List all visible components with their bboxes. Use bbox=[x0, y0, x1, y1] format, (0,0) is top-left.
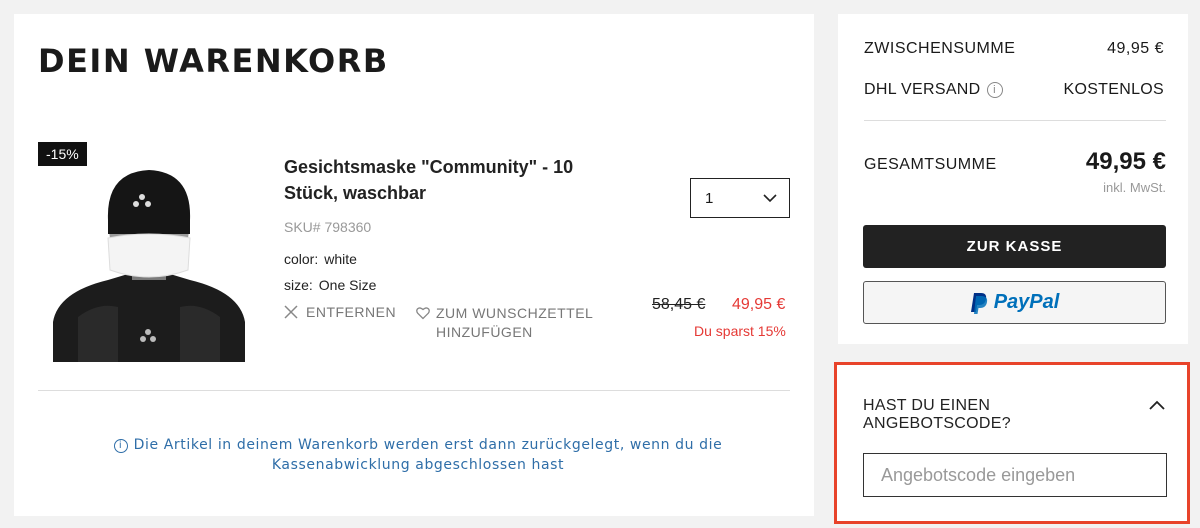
product-sku: SKU# 798360 bbox=[284, 219, 372, 235]
subtotal-value: 49,95 € bbox=[1107, 40, 1164, 57]
summary-divider bbox=[864, 120, 1166, 121]
remove-label: ENTFERNEN bbox=[306, 304, 397, 320]
total-value: 49,95 € bbox=[1085, 148, 1166, 175]
promo-title: HAST DU EINEN ANGEBOTSCODE? bbox=[863, 397, 1011, 432]
shipping-label: DHL VERSAND bbox=[864, 81, 981, 98]
wishlist-label: ZUM WUNSCHZETTEL HINZUFÜGEN bbox=[436, 305, 593, 340]
cart-panel: DEIN WARENKORB -15% Gesichtsmaske "Commu… bbox=[14, 14, 814, 516]
add-to-wishlist-button[interactable]: ZUM WUNSCHZETTEL HINZUFÜGEN bbox=[416, 304, 596, 342]
product-color: color: white bbox=[284, 251, 357, 267]
page-title: DEIN WARENKORB bbox=[38, 42, 389, 80]
shipping-label-group: DHL VERSAND i bbox=[864, 81, 1003, 99]
paypal-logo-icon bbox=[970, 292, 987, 314]
product-size: size: One Size bbox=[284, 277, 376, 293]
size-label: size: bbox=[284, 277, 313, 293]
chevron-up-icon[interactable] bbox=[1145, 393, 1169, 417]
checkout-button[interactable]: ZUR KASSE bbox=[863, 225, 1166, 268]
info-icon[interactable]: i bbox=[986, 82, 1003, 98]
sale-price: 49,95 € bbox=[732, 296, 786, 313]
promo-code-input[interactable] bbox=[863, 453, 1167, 497]
paypal-button[interactable]: PayPal bbox=[863, 281, 1166, 324]
total-label: GESAMTSUMME bbox=[864, 156, 997, 173]
discount-badge: -15% bbox=[38, 142, 87, 166]
order-summary-panel: ZWISCHENSUMME 49,95 € DHL VERSAND i KOST… bbox=[838, 14, 1188, 344]
product-name[interactable]: Gesichtsmaske "Community" - 10 Stück, wa… bbox=[284, 154, 604, 206]
product-image[interactable] bbox=[38, 142, 260, 362]
heart-icon bbox=[416, 307, 430, 320]
quantity-select[interactable]: 1 bbox=[690, 178, 790, 218]
size-value: One Size bbox=[318, 277, 377, 293]
chevron-down-icon bbox=[763, 193, 777, 202]
vat-note: inkl. MwSt. bbox=[1103, 180, 1166, 195]
remove-item-button[interactable]: ENTFERNEN bbox=[284, 304, 396, 320]
close-icon bbox=[284, 305, 298, 319]
info-note-text: Die Artikel in deinem Warenkorb werden e… bbox=[133, 437, 723, 473]
shipping-value: KOSTENLOS bbox=[1063, 81, 1164, 98]
shipping-row: DHL VERSAND i KOSTENLOS bbox=[864, 81, 1164, 99]
savings-text: Du sparst 15% bbox=[694, 323, 786, 339]
paypal-label: PayPal bbox=[993, 291, 1060, 313]
promo-code-panel: HAST DU EINEN ANGEBOTSCODE? bbox=[834, 362, 1190, 524]
subtotal-row: ZWISCHENSUMME 49,95 € bbox=[864, 40, 1164, 58]
color-value: white bbox=[324, 251, 357, 267]
cart-info-note: i Die Artikel in deinem Warenkorb werden … bbox=[78, 435, 758, 475]
original-price: 58,45 € bbox=[652, 296, 706, 313]
cart-divider bbox=[38, 390, 790, 391]
subtotal-label: ZWISCHENSUMME bbox=[864, 40, 1016, 57]
color-label: color: bbox=[284, 251, 319, 267]
info-icon: i bbox=[113, 439, 128, 453]
quantity-value: 1 bbox=[705, 189, 714, 207]
